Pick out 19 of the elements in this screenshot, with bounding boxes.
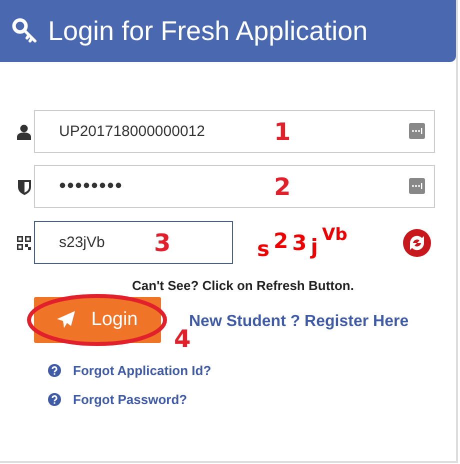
help-icon <box>48 393 61 406</box>
shield-icon <box>18 178 30 194</box>
annotation-number: 4 <box>174 325 191 353</box>
password-manager-icon[interactable] <box>409 178 425 194</box>
captcha-hint: Can't See? Click on Refresh Button. <box>132 278 354 293</box>
annotation-number: 2 <box>274 172 291 200</box>
help-link[interactable]: Forgot Password? <box>73 392 188 407</box>
annotation-number: 3 <box>154 228 171 256</box>
refresh-icon[interactable] <box>402 228 432 258</box>
annotation-number: 1 <box>274 118 291 146</box>
password-manager-icon[interactable] <box>409 123 425 139</box>
user-icon <box>17 124 31 140</box>
header-title: Login for Fresh Application <box>48 16 368 46</box>
key-icon <box>12 18 38 44</box>
qr-code-icon <box>17 236 31 250</box>
help-link[interactable]: Forgot Application Id? <box>73 363 212 378</box>
send-icon <box>57 311 76 329</box>
register-link[interactable]: New Student ? Register Here <box>189 313 409 331</box>
help-icon <box>48 364 61 377</box>
